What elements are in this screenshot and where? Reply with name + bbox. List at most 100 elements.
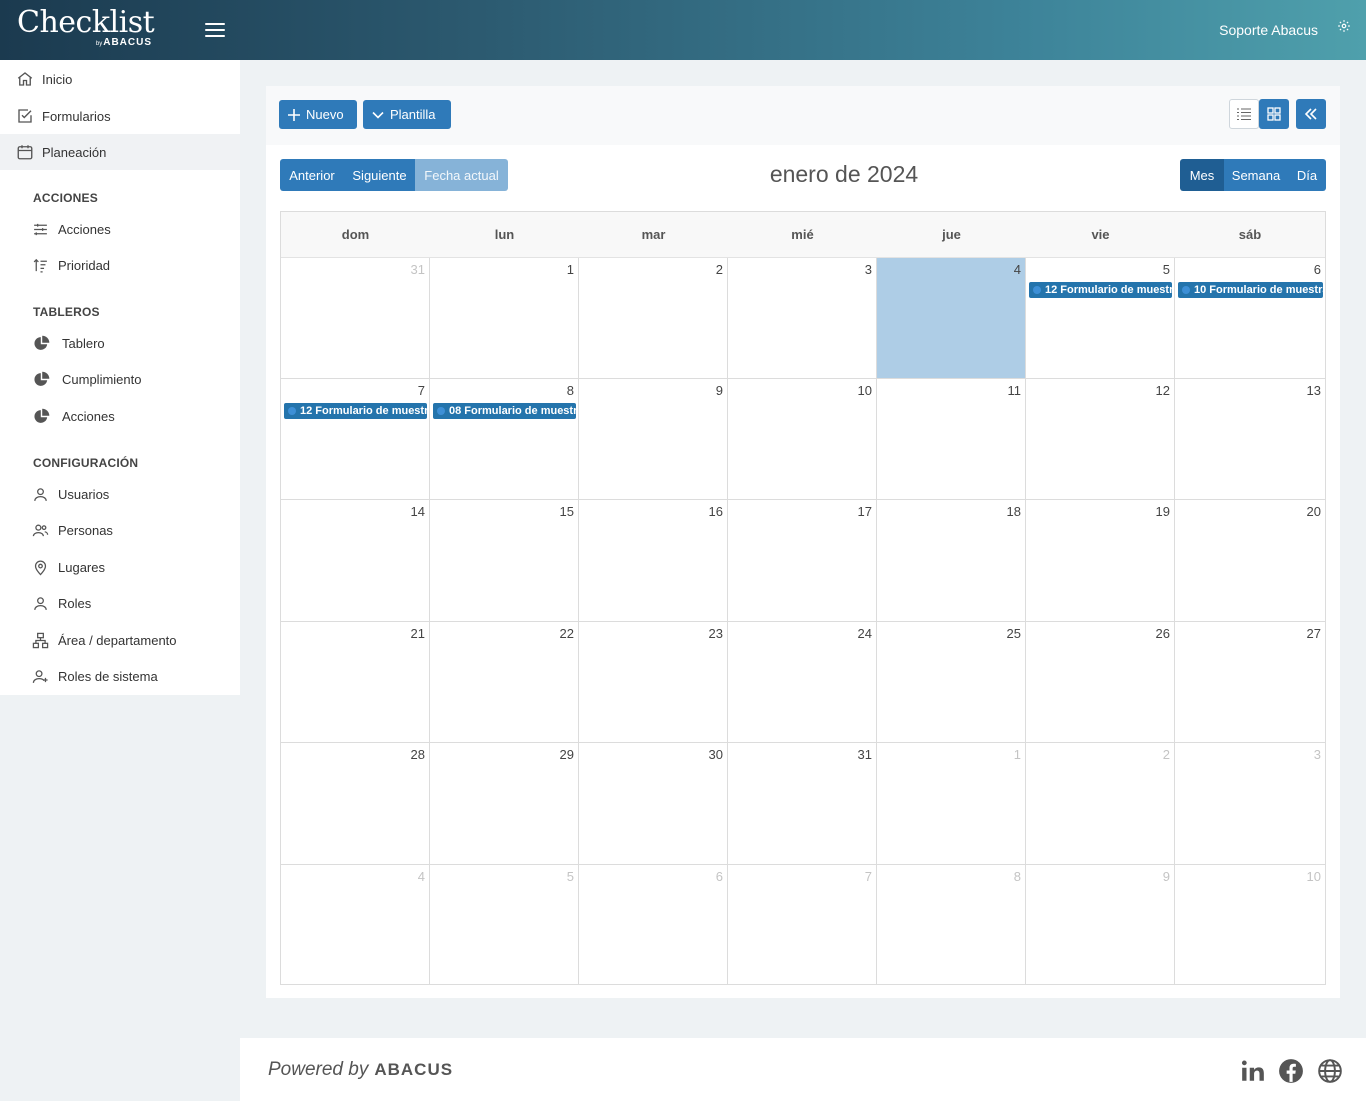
day-number[interactable]: 16 [709, 504, 723, 519]
day-number[interactable]: 6 [1314, 262, 1321, 277]
day-cell[interactable]: 1 [877, 743, 1026, 865]
day-number[interactable]: 5 [567, 869, 574, 884]
day-cell[interactable]: 3 [1175, 743, 1325, 865]
day-view-button[interactable]: Día [1288, 159, 1326, 191]
day-number[interactable]: 12 [1156, 383, 1170, 398]
day-number[interactable]: 3 [1314, 747, 1321, 762]
day-number[interactable]: 21 [411, 626, 425, 641]
calendar-event[interactable]: 12 Formulario de muestra [1029, 282, 1172, 298]
day-number[interactable]: 8 [567, 383, 574, 398]
day-cell[interactable]: 12 [1026, 379, 1175, 500]
day-number[interactable]: 26 [1156, 626, 1170, 641]
plantilla-button[interactable]: Plantilla [363, 100, 451, 129]
day-cell-today[interactable]: 4 [877, 258, 1026, 379]
day-cell[interactable]: 18 [877, 500, 1026, 622]
sidebar-item-usuarios[interactable]: Usuarios [0, 478, 240, 512]
day-cell[interactable]: 2 [579, 258, 728, 379]
day-cell[interactable]: 5 12 Formulario de muestra [1026, 258, 1175, 379]
day-cell[interactable]: 4 [281, 865, 430, 985]
sidebar-item-prioridad[interactable]: Prioridad [0, 249, 240, 283]
next-button[interactable]: Siguiente [344, 159, 415, 191]
day-number[interactable]: 31 [411, 262, 425, 277]
day-cell[interactable]: 6 10 Formulario de muestra [1175, 258, 1325, 379]
sidebar-item-formularios[interactable]: Formularios [0, 98, 240, 134]
day-cell[interactable]: 7 [728, 865, 877, 985]
day-cell[interactable]: 23 [579, 622, 728, 743]
day-number[interactable]: 1 [567, 262, 574, 277]
day-cell[interactable]: 19 [1026, 500, 1175, 622]
calendar-event[interactable]: 08 Formulario de muestra [433, 403, 576, 419]
sidebar-item-inicio[interactable]: Inicio [0, 61, 240, 97]
day-number[interactable]: 11 [1008, 383, 1022, 398]
day-number[interactable]: 25 [1007, 626, 1021, 641]
day-number[interactable]: 7 [418, 383, 425, 398]
day-cell[interactable]: 30 [579, 743, 728, 865]
day-number[interactable]: 10 [1307, 869, 1321, 884]
sidebar-item-personas[interactable]: Personas [0, 514, 240, 548]
sidebar-item-roles[interactable]: Roles [0, 587, 240, 621]
sidebar-item-lugares[interactable]: Lugares [0, 551, 240, 585]
day-cell[interactable]: 21 [281, 622, 430, 743]
day-cell[interactable]: 24 [728, 622, 877, 743]
day-cell[interactable]: 15 [430, 500, 579, 622]
day-cell[interactable]: 6 [579, 865, 728, 985]
day-number[interactable]: 29 [560, 747, 574, 762]
list-view-button[interactable] [1229, 99, 1259, 129]
calendar-event[interactable]: 10 Formulario de muestra [1178, 282, 1323, 298]
day-number[interactable]: 1 [1014, 747, 1021, 762]
day-cell[interactable]: 14 [281, 500, 430, 622]
app-logo[interactable]: Checklist byABACUS [17, 6, 157, 50]
user-menu[interactable]: Soporte Abacus [1219, 22, 1318, 38]
day-cell[interactable]: 13 [1175, 379, 1325, 500]
day-number[interactable]: 6 [716, 869, 723, 884]
day-number[interactable]: 23 [709, 626, 723, 641]
day-cell[interactable]: 5 [430, 865, 579, 985]
sidebar-item-planeacion[interactable]: Planeación [0, 134, 240, 170]
day-number[interactable]: 9 [1163, 869, 1170, 884]
day-cell[interactable]: 9 [1026, 865, 1175, 985]
sidebar-item-area-departamento[interactable]: Área / departamento [0, 624, 240, 658]
linkedin-icon[interactable] [1240, 1058, 1266, 1084]
day-cell[interactable]: 31 [728, 743, 877, 865]
day-number[interactable]: 20 [1307, 504, 1321, 519]
day-number[interactable]: 7 [865, 869, 872, 884]
day-cell[interactable]: 11 [877, 379, 1026, 500]
day-cell[interactable]: 17 [728, 500, 877, 622]
day-number[interactable]: 18 [1007, 504, 1021, 519]
sidebar-item-roles-de-sistema[interactable]: Roles de sistema [0, 660, 240, 694]
day-number[interactable]: 14 [411, 504, 425, 519]
calendar-event[interactable]: 12 Formulario de muestra [284, 403, 427, 419]
sidebar-item-acciones-tablero[interactable]: Acciones [0, 400, 240, 434]
menu-toggle-icon[interactable] [203, 20, 227, 40]
day-number[interactable]: 10 [858, 383, 872, 398]
day-cell[interactable]: 1 [430, 258, 579, 379]
day-cell[interactable]: 22 [430, 622, 579, 743]
day-cell[interactable]: 8 08 Formulario de muestra [430, 379, 579, 500]
day-cell[interactable]: 9 [579, 379, 728, 500]
day-number[interactable]: 15 [560, 504, 574, 519]
day-number[interactable]: 5 [1163, 262, 1170, 277]
day-number[interactable]: 30 [709, 747, 723, 762]
day-cell[interactable]: 20 [1175, 500, 1325, 622]
week-view-button[interactable]: Semana [1224, 159, 1288, 191]
day-number[interactable]: 4 [418, 869, 425, 884]
day-number[interactable]: 31 [858, 747, 872, 762]
gear-icon[interactable] [1337, 19, 1351, 33]
day-number[interactable]: 4 [1014, 262, 1021, 277]
day-number[interactable]: 9 [716, 383, 723, 398]
day-number[interactable]: 24 [858, 626, 872, 641]
sidebar-item-cumplimiento[interactable]: Cumplimiento [0, 363, 240, 397]
day-cell[interactable]: 28 [281, 743, 430, 865]
collapse-button[interactable] [1296, 99, 1326, 129]
globe-icon[interactable] [1317, 1058, 1343, 1084]
day-cell[interactable]: 10 [1175, 865, 1325, 985]
day-cell[interactable]: 29 [430, 743, 579, 865]
sidebar-item-tablero[interactable]: Tablero [0, 327, 240, 361]
day-cell[interactable]: 16 [579, 500, 728, 622]
day-cell[interactable]: 27 [1175, 622, 1325, 743]
sidebar-item-acciones[interactable]: Acciones [0, 213, 240, 247]
day-number[interactable]: 13 [1307, 383, 1321, 398]
grid-view-button[interactable] [1259, 99, 1289, 129]
day-cell[interactable]: 25 [877, 622, 1026, 743]
day-number[interactable]: 17 [858, 504, 872, 519]
